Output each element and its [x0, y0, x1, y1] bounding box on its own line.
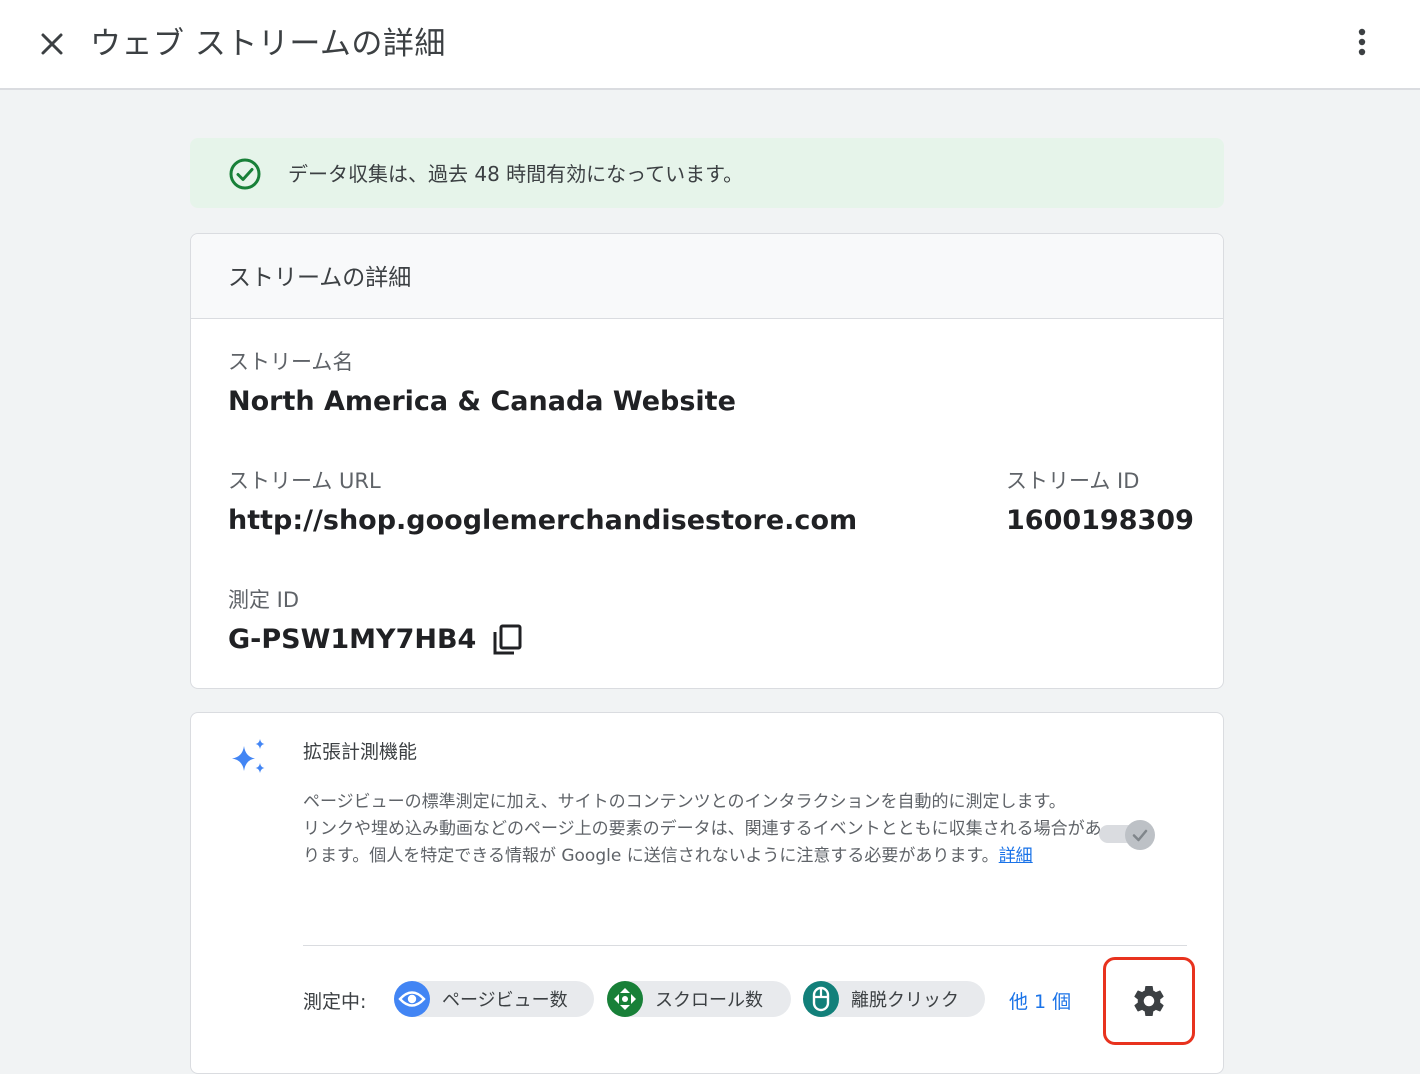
stream-url-label: ストリーム URL	[228, 469, 381, 493]
description-line-2-text: リンクや埋め込み動画などのページ上の要素のデータは、関連するイベントとともに収集…	[303, 819, 1102, 866]
stream-name-label: ストリーム名	[228, 350, 354, 374]
enhanced-measurement-title: 拡張計測機能	[303, 741, 418, 763]
divider	[303, 945, 1187, 946]
close-icon[interactable]	[40, 32, 64, 56]
stream-details-card: ストリームの詳細 ストリーム名 North America & Canada W…	[190, 233, 1224, 689]
stream-id-label: ストリーム ID	[1006, 469, 1140, 493]
chip-outbound-clicks: 離脱クリック	[803, 981, 985, 1017]
chip-page-views: ページビュー数	[394, 981, 594, 1017]
toggle-knob	[1125, 820, 1155, 850]
stream-details-header: ストリームの詳細	[191, 234, 1223, 319]
status-banner: データ収集は、過去 48 時間有効になっています。	[190, 138, 1224, 208]
more-vert-icon[interactable]	[1358, 28, 1366, 56]
copy-icon[interactable]	[490, 623, 524, 657]
gear-icon[interactable]	[1131, 983, 1167, 1019]
more-measurements-link[interactable]: 他 1 個	[1009, 987, 1071, 1014]
stream-name-value: North America & Canada Website	[228, 386, 736, 417]
chip-outbound-clicks-label: 離脱クリック	[851, 990, 959, 1011]
stream-details-title: ストリームの詳細	[228, 265, 412, 291]
description-line-2: リンクや埋め込み動画などのページ上の要素のデータは、関連するイベントとともに収集…	[303, 816, 1103, 870]
enhanced-measurement-description: ページビューの標準測定に加え、サイトのコンテンツとのインタラクションを自動的に測…	[303, 789, 1103, 870]
close-button[interactable]	[32, 24, 72, 64]
measuring-label: 測定中:	[303, 991, 367, 1013]
scroll-icon	[607, 981, 643, 1017]
status-banner-text: データ収集は、過去 48 時間有効になっています。	[288, 162, 744, 186]
page-title: ウェブ ストリームの詳細	[90, 26, 446, 62]
settings-button[interactable]	[1103, 957, 1195, 1045]
mouse-icon	[803, 981, 839, 1017]
stream-url-value: http://shop.googlemerchandisestore.com	[228, 505, 858, 536]
check-circle-icon	[229, 158, 261, 190]
measurement-id-value: G-PSW1MY7HB4	[228, 624, 477, 655]
description-line-1: ページビューの標準測定に加え、サイトのコンテンツとのインタラクションを自動的に測…	[303, 792, 1066, 812]
enhanced-measurement-toggle[interactable]	[1097, 817, 1157, 850]
stream-id-value: 1600198309	[1006, 505, 1194, 536]
top-bar: ウェブ ストリームの詳細	[0, 0, 1420, 90]
more-options-button[interactable]	[1342, 22, 1382, 62]
sparkle-icon	[232, 739, 265, 773]
eye-icon	[394, 981, 430, 1017]
chip-scrolls: スクロール数	[607, 981, 791, 1017]
chip-scrolls-label: スクロール数	[655, 990, 763, 1011]
check-icon	[1132, 829, 1148, 842]
measurement-id-label: 測定 ID	[228, 588, 300, 612]
learn-more-link[interactable]: 詳細	[999, 846, 1033, 866]
enhanced-measurement-card: 拡張計測機能 ページビューの標準測定に加え、サイトのコンテンツとのインタラクショ…	[190, 712, 1224, 1074]
chip-page-views-label: ページビュー数	[442, 990, 568, 1011]
